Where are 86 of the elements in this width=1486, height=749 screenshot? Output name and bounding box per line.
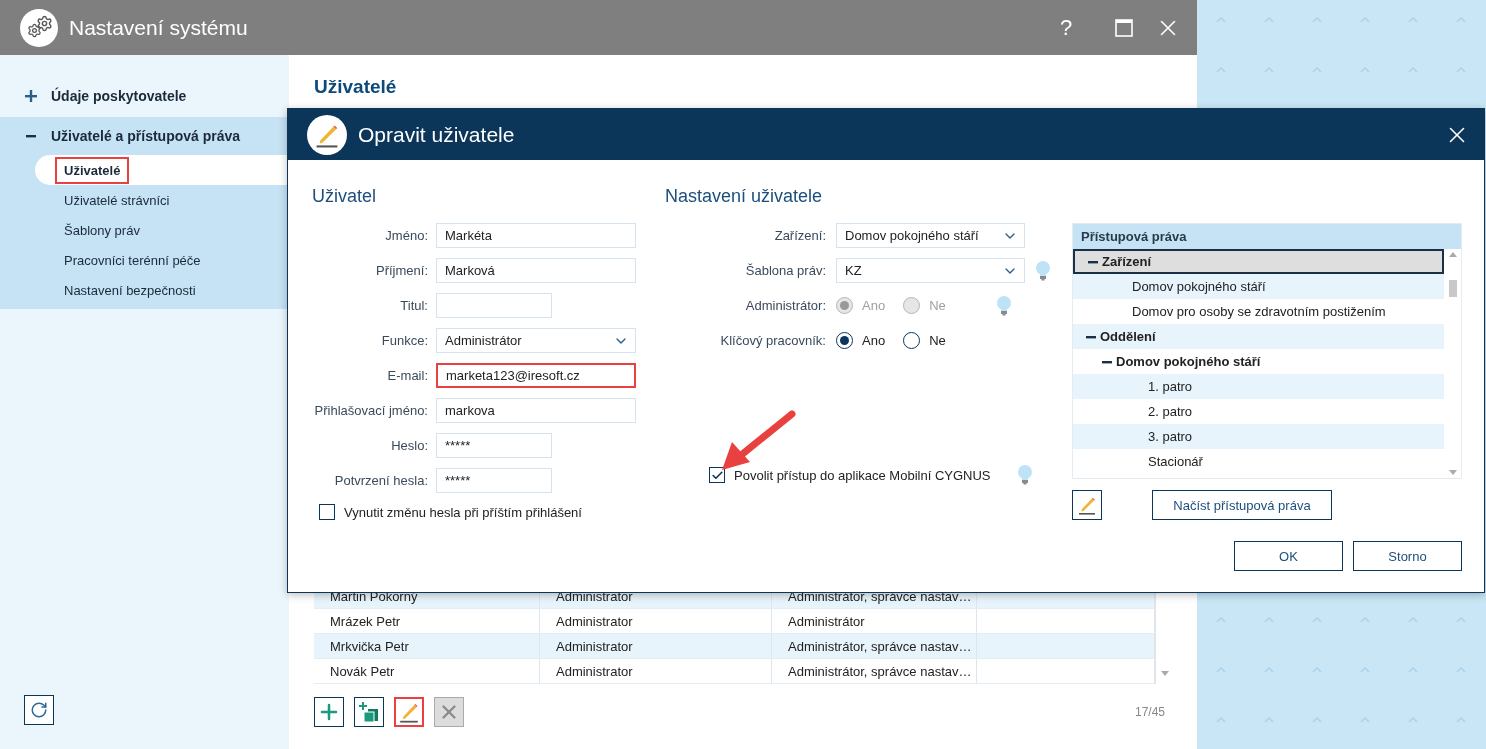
table-cell: Administrátor bbox=[772, 609, 977, 633]
field-label: Zařízení: bbox=[773, 228, 826, 243]
checkbox-label: Vynutit změnu hesla při příštím přihlášení bbox=[344, 504, 582, 520]
table-row[interactable]: Mrkvička Petr Administrator Administrátor, správce nastav… bbox=[314, 634, 1155, 659]
scroll-thumb[interactable] bbox=[1448, 280, 1457, 297]
table-cell: Mrkvička Petr bbox=[314, 634, 540, 658]
table-cell: Administrator bbox=[540, 634, 772, 658]
table-cell: Mrázek Petr bbox=[314, 609, 540, 633]
sidebar-item-label: Uživatelé strávníci bbox=[63, 191, 171, 210]
pencil-icon bbox=[1077, 495, 1097, 515]
table-cell: Administrator bbox=[540, 609, 772, 633]
tree-item[interactable]: Zařízení bbox=[1073, 249, 1444, 274]
field-label: Potvrzení hesla: bbox=[333, 473, 428, 488]
radio-label: Ne bbox=[929, 298, 946, 313]
lightbulb-icon bbox=[1035, 260, 1051, 281]
section-title: Uživatel bbox=[312, 186, 378, 208]
radio-button[interactable] bbox=[836, 332, 853, 349]
dropdown[interactable]: Administrátor bbox=[436, 328, 636, 353]
table-cell: Administrátor, správce nastav… bbox=[772, 659, 977, 683]
table-cell: Administrator bbox=[540, 659, 772, 683]
dropdown[interactable]: KZ bbox=[836, 258, 1025, 283]
radio-label: Ne bbox=[929, 333, 946, 348]
sidebar-item[interactable]: Uživatelé bbox=[35, 155, 289, 185]
radio-label: Ano bbox=[862, 333, 886, 348]
edit-button[interactable] bbox=[1072, 490, 1102, 520]
table-row[interactable]: Novák Petr Administrator Administrátor, správce nastav… bbox=[314, 659, 1155, 684]
section-title: Nastavení uživatele bbox=[665, 186, 824, 208]
sidebar-item-label: Šablony práv bbox=[63, 221, 141, 240]
refresh-icon bbox=[30, 701, 48, 719]
field-label: Šablona práv: bbox=[744, 263, 826, 278]
radio-label: Ano bbox=[862, 298, 886, 313]
check-icon bbox=[710, 468, 724, 482]
dialog-button[interactable]: Storno bbox=[1353, 541, 1462, 571]
tree-header: Přístupová práva bbox=[1073, 224, 1461, 249]
table-row[interactable]: Mrázek Petr Administrator Administrátor bbox=[314, 609, 1155, 634]
input-field[interactable] bbox=[436, 293, 552, 318]
copy-plus-icon bbox=[358, 701, 380, 723]
table-cell: Administrátor, správce nastav… bbox=[772, 634, 977, 658]
field-label: E-mail: bbox=[386, 368, 428, 383]
sidebar-item-label: Uživatelé bbox=[55, 156, 130, 184]
dialog-button[interactable]: OK bbox=[1234, 541, 1343, 571]
tree-item[interactable]: Domov pokojného stáří bbox=[1073, 274, 1444, 299]
input-field[interactable]: ***** bbox=[436, 433, 552, 458]
expand-icon[interactable] bbox=[25, 90, 37, 102]
radio-button[interactable] bbox=[903, 332, 921, 349]
lightbulb-icon bbox=[996, 295, 1012, 316]
dropdown[interactable]: Domov pokojného stáří bbox=[836, 223, 1025, 248]
refresh-button[interactable] bbox=[24, 695, 54, 725]
field-label: Funkce: bbox=[380, 333, 428, 348]
page-heading: Uživatelé bbox=[314, 76, 398, 98]
field-label: Jméno: bbox=[384, 228, 428, 243]
field-label: Heslo: bbox=[390, 438, 428, 453]
add-button[interactable] bbox=[314, 697, 344, 727]
input-field[interactable]: marketa123@iresoft.cz bbox=[436, 363, 636, 388]
window-title: Nastavení systému bbox=[69, 15, 249, 40]
sidebar-item-label: Nastavení bezpečnosti bbox=[63, 281, 197, 300]
load-rights-button[interactable]: Načíst přístupová práva bbox=[1152, 490, 1332, 520]
sidebar-item-label: Pracovníci terénní péče bbox=[63, 251, 202, 270]
field-label: Titul: bbox=[399, 298, 428, 313]
checkbox[interactable] bbox=[319, 504, 335, 520]
sidebar-item[interactable]: Šablony práv bbox=[35, 215, 289, 245]
field-label: Klíčový pracovník: bbox=[719, 333, 826, 348]
input-field[interactable]: Marková bbox=[436, 258, 636, 283]
dialog-title: Opravit uživatele bbox=[358, 122, 516, 147]
table-cell: Novák Petr bbox=[314, 659, 540, 683]
tree-item[interactable]: Oddělení bbox=[1073, 324, 1444, 349]
field-label: Přihlašovací jméno: bbox=[313, 403, 428, 418]
maximize-icon bbox=[1115, 18, 1133, 37]
field-label: Administrátor: bbox=[744, 298, 826, 313]
sidebar-item[interactable]: Nastavení bezpečnosti bbox=[35, 275, 289, 305]
tree-item[interactable]: 1. patro bbox=[1073, 374, 1444, 399]
field-label: Příjmení: bbox=[375, 263, 428, 278]
checkbox-label: Povolit přístup do aplikace Mobilní CYGNUS bbox=[734, 467, 991, 483]
gears-icon bbox=[20, 8, 58, 47]
sidebar-item[interactable]: Pracovníci terénní péče bbox=[35, 245, 289, 275]
input-field[interactable]: Markéta bbox=[436, 223, 636, 248]
pencil-icon bbox=[398, 701, 420, 723]
input-field[interactable]: ***** bbox=[436, 468, 552, 493]
record-counter: 17/45 bbox=[1134, 705, 1165, 719]
input-field[interactable]: markova bbox=[436, 398, 636, 423]
tree-item[interactable]: 3. patro bbox=[1073, 424, 1444, 449]
copy-button[interactable] bbox=[354, 697, 384, 727]
sidebar-item[interactable]: Uživatelé strávníci bbox=[35, 185, 289, 215]
lightbulb-icon bbox=[1016, 465, 1033, 485]
help-button[interactable]: ? bbox=[1051, 14, 1081, 41]
checkbox[interactable] bbox=[709, 467, 725, 483]
